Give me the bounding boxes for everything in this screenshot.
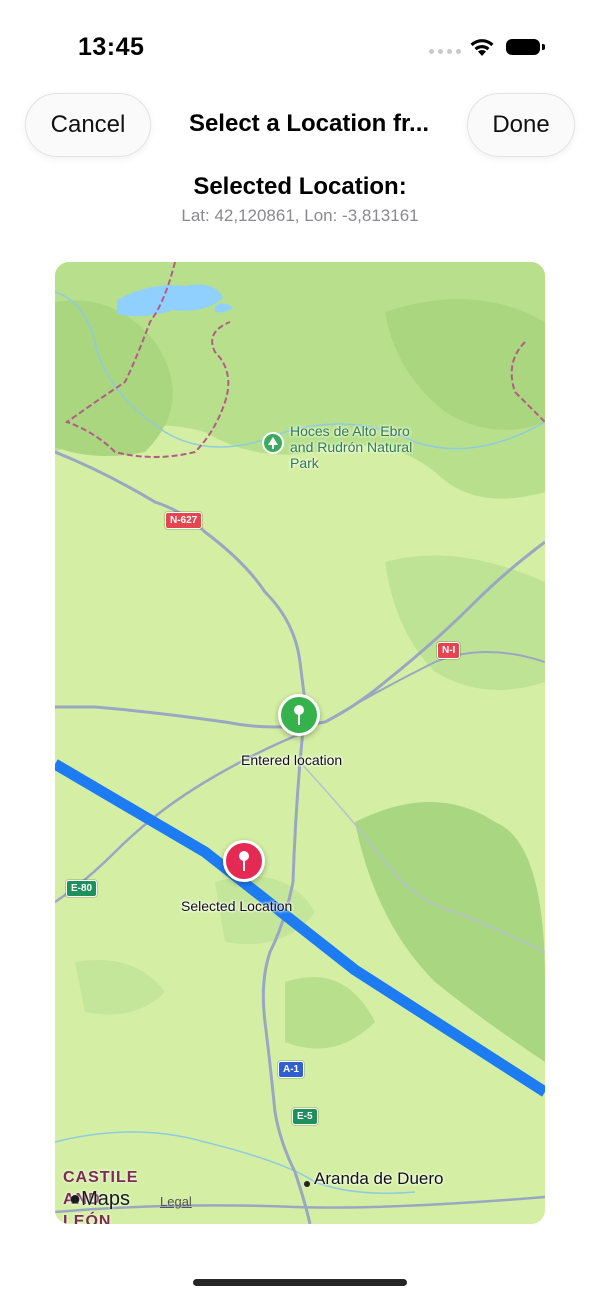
road-badge-e5: E-5 bbox=[292, 1108, 318, 1125]
map-view[interactable]: Hoces de Alto Ebro and Rudrón Natural Pa… bbox=[55, 262, 545, 1224]
wifi-icon bbox=[470, 39, 494, 56]
map-canvas bbox=[55, 262, 545, 1224]
entered-location-label: Entered location bbox=[241, 752, 343, 768]
done-button[interactable]: Done bbox=[467, 93, 575, 157]
selected-location-label: Selected Location bbox=[181, 898, 293, 914]
pin-stem bbox=[243, 859, 245, 871]
road-badge-n1: N-I bbox=[437, 642, 461, 659]
city-label: Aranda de Duero bbox=[314, 1169, 444, 1188]
park-label: Hoces de Alto Ebro and Rudrón Natural Pa… bbox=[290, 423, 413, 471]
cellular-signal-icon bbox=[429, 49, 461, 54]
apple-logo-icon: ● bbox=[69, 1188, 82, 1210]
entered-location-pin[interactable] bbox=[278, 694, 320, 736]
legal-link[interactable]: Legal bbox=[160, 1194, 192, 1209]
home-indicator[interactable] bbox=[193, 1279, 407, 1286]
battery-tip bbox=[542, 44, 545, 50]
page-title: Select a Location fr... bbox=[188, 110, 430, 137]
status-time: 13:45 bbox=[78, 33, 145, 61]
status-bar: 13:45 bbox=[0, 0, 600, 90]
cancel-button[interactable]: Cancel bbox=[25, 93, 151, 157]
maps-attribution: ●Maps bbox=[69, 1188, 130, 1210]
coordinates-readout: Lat: 42,120861, Lon: -3,813161 bbox=[181, 206, 419, 225]
battery-icon bbox=[506, 39, 540, 55]
selected-location-heading: Selected Location: bbox=[193, 173, 407, 200]
road-badge-e80: E-80 bbox=[66, 880, 98, 897]
road-badge-a1: A-1 bbox=[278, 1061, 305, 1078]
road-badge-n627: N-627 bbox=[165, 512, 203, 529]
pin-stem bbox=[298, 713, 300, 725]
selected-location-pin[interactable] bbox=[223, 840, 265, 882]
